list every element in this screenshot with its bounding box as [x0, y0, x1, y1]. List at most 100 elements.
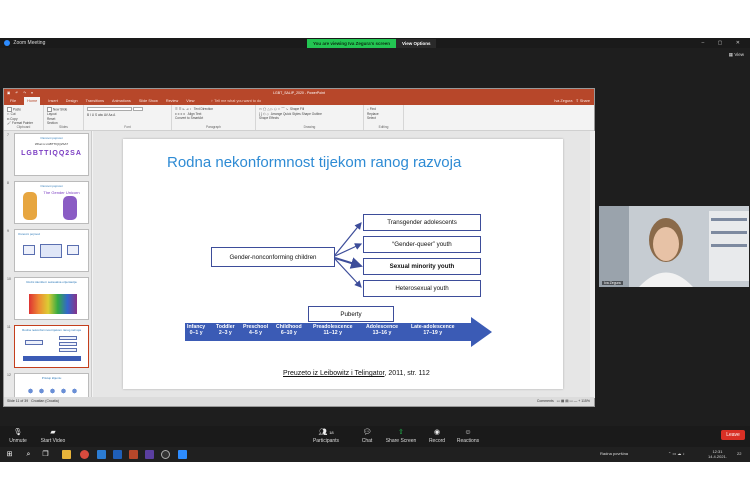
windows-start-icon[interactable]: ⊞: [5, 450, 14, 459]
chat-button[interactable]: 💬︎ Chat: [362, 429, 373, 444]
video-off-icon: ▰: [50, 429, 56, 436]
clock[interactable]: 12:31 14.4.2021.: [708, 449, 727, 459]
participants-button[interactable]: 👥︎ 18 Participants: [313, 429, 339, 444]
vertical-scrollbar[interactable]: [590, 131, 595, 398]
teams-icon[interactable]: [145, 450, 154, 459]
start-video-button[interactable]: ▰ Start Video: [41, 429, 66, 444]
search-icon[interactable]: ⌕: [24, 450, 33, 459]
chat-icon: 💬︎: [362, 429, 372, 436]
ppt-titlebar: ▣ ↶ ↷ ▾ LGBT_SALIP_2020 - PowerPoint: [4, 89, 594, 97]
thumbnail-number: 8: [7, 181, 9, 185]
group-label-slides: Slides: [59, 125, 68, 129]
tell-me-search[interactable]: ♀ Tell me what you want to do: [210, 97, 261, 105]
reactions-button[interactable]: ☺ Reactions: [457, 429, 479, 444]
timeline-stage-late-adolescence: Late-adolescence 17–19 y: [411, 324, 455, 336]
thumbnail-8[interactable]: 8 Osnovni pojmovi The Gender Unicorn: [4, 179, 91, 227]
quick-access-icons[interactable]: ▣ ↶ ↷ ▾: [7, 89, 35, 97]
thumbnail-10[interactable]: 10 Rodni identitet i seksualna orijentac…: [4, 275, 91, 323]
participants-icon: 👥︎ 18: [318, 429, 334, 436]
share-banner-message: You are viewing Iva Zegura's screen: [307, 39, 397, 48]
notification-icon[interactable]: 22: [737, 451, 741, 456]
presenter-video[interactable]: Iva Zegura: [599, 206, 749, 287]
word-icon[interactable]: [97, 450, 106, 459]
timeline-stage-preadolescence: Preadolescence 11–12 y: [313, 324, 353, 336]
tab-view[interactable]: View: [186, 97, 194, 105]
slide-source-citation: Preuzeto iz Leibowitz i Telingator, 2011…: [283, 370, 430, 377]
ribbon-group-clipboard: Paste ✂ Cut ⧉ Copy 🖌 Format Painter Clip…: [4, 105, 44, 130]
timeline-stage-childhood: Childhood 6–10 y: [276, 324, 302, 336]
file-explorer-icon[interactable]: [62, 450, 71, 459]
smiley-icon: ☺: [464, 429, 472, 436]
share-icon: ⇪: [575, 99, 579, 103]
tab-design[interactable]: Design: [66, 97, 78, 105]
slide-counter: Slide 11 of 39: [7, 399, 29, 403]
thumbnail-12[interactable]: 12 Pristup klijentu: [4, 371, 91, 398]
current-slide[interactable]: Rodna nekonformnost tijekom ranog razvoj…: [123, 139, 563, 389]
outcome-box-genderqueer: “Gender-queer” youth: [363, 236, 481, 253]
tab-file[interactable]: File: [10, 97, 16, 105]
outlook-icon[interactable]: [113, 450, 122, 459]
share-banner: You are viewing Iva Zegura's screen View…: [307, 39, 437, 48]
powerpoint-icon[interactable]: [129, 450, 138, 459]
thumbnail-7[interactable]: 7 Osnovni pojmovi What is LGBTTIQQ2SA? L…: [4, 131, 91, 179]
task-view-icon[interactable]: ❐: [41, 450, 50, 459]
thumbnail-number: 10: [7, 277, 11, 281]
thumbnail-number: 12: [7, 373, 11, 377]
puberty-box: Puberty: [308, 306, 394, 322]
record-button[interactable]: ◉ Record: [429, 429, 445, 444]
tab-home[interactable]: Home: [24, 97, 41, 105]
tab-animations[interactable]: Animations: [112, 97, 131, 105]
tab-transitions[interactable]: Transitions: [86, 97, 104, 105]
view-options-button[interactable]: View Options: [396, 39, 437, 48]
shape-effects-button[interactable]: Shape Effects: [259, 116, 360, 121]
outcome-box-heterosexual: Heterosexual youth: [363, 280, 481, 297]
ribbon-tabs: File Home Insert Design Transitions Anim…: [4, 97, 594, 105]
language-indicator[interactable]: Croatian (Croatia): [31, 399, 59, 403]
timeline-stage-preschool: Preschool 4–5 y: [243, 324, 269, 336]
ribbon-group-paragraph: ☰ ☰ ⇤ ⇥ ↕ Text Direction ≡ ≡ ≡ ≡ Align T…: [172, 105, 256, 130]
slide-editor-area[interactable]: Rodna nekonformnost tijekom ranog razvoj…: [93, 131, 595, 398]
slide-thumbnail-pane[interactable]: 7 Osnovni pojmovi What is LGBTTIQQ2SA? L…: [4, 131, 92, 398]
group-label-editing: Editing: [378, 125, 389, 129]
tray-icons[interactable]: ⌃ ▭ ☁ ♪: [668, 451, 684, 456]
select-button[interactable]: Select: [367, 116, 400, 121]
ribbon: Paste ✂ Cut ⧉ Copy 🖌 Format Painter Clip…: [4, 105, 594, 131]
group-label-clipboard: Clipboard: [16, 125, 31, 129]
tab-insert[interactable]: Insert: [48, 97, 58, 105]
group-label-font: Font: [124, 125, 131, 129]
group-label-paragraph: Paragraph: [206, 125, 221, 129]
convert-smartart-button[interactable]: Convert to SmartArt: [175, 116, 252, 121]
tab-review[interactable]: Review: [166, 97, 178, 105]
user-and-share[interactable]: Iva Zegura ⇪ Share: [554, 97, 590, 105]
outcome-box-sexual-minority: Sexual minority youth: [363, 258, 481, 275]
thumbnail-number: 11: [7, 325, 11, 329]
thumbnail-11[interactable]: 11 Rodna nekonformnost tijekom ranog raz…: [4, 323, 91, 371]
record-icon: ◉: [433, 429, 441, 436]
app-icon[interactable]: [161, 450, 170, 459]
ribbon-group-font: B I U S abc AV Aa A Font: [84, 105, 172, 130]
diagram-root-box: Gender-nonconforming children: [211, 247, 335, 267]
desktop-label[interactable]: Radna površina: [600, 451, 628, 456]
unicorn-figure-icon: [63, 196, 77, 220]
screen: Zoom Meeting – ▢ ✕ You are viewing Iva Z…: [0, 0, 750, 500]
leave-button[interactable]: Leave: [721, 430, 745, 440]
zoom-level[interactable]: Comments ▭ ▦ ▤ ▭ — + 115%: [537, 397, 590, 406]
chrome-icon[interactable]: [80, 450, 89, 459]
ribbon-group-slides: New Slide Layout Reset Section Slides: [44, 105, 84, 130]
figures-icon: [29, 294, 77, 314]
unmute-button[interactable]: 🎙︎ Unmute: [9, 429, 27, 444]
window-controls[interactable]: – ▢ ✕: [702, 38, 746, 48]
share-screen-button[interactable]: ⇧ Share Screen: [386, 429, 417, 444]
zoom-control-bar: 🎙︎ Unmute ▰ Start Video 👥︎ 18 Participants …: [0, 426, 750, 447]
tab-slide-show[interactable]: Slide Show: [139, 97, 158, 105]
ppt-window-title: LGBT_SALIP_2020 - PowerPoint: [273, 91, 325, 95]
thumbnail-9[interactable]: 9 Osnovni pojmovi: [4, 227, 91, 275]
font-style-buttons[interactable]: B I U S abc AV Aa A: [87, 113, 168, 118]
microphone-muted-icon: 🎙︎: [13, 429, 23, 436]
presenter-figure: [599, 206, 749, 287]
presenter-name-label: Iva Zegura: [602, 281, 623, 285]
view-button[interactable]: ▦ View: [729, 52, 744, 58]
search-icon: ⌕: [367, 107, 369, 111]
zoom-taskbar-icon[interactable]: [178, 450, 187, 459]
ribbon-group-editing: ⌕ Find Replace Select Editing: [364, 105, 404, 130]
